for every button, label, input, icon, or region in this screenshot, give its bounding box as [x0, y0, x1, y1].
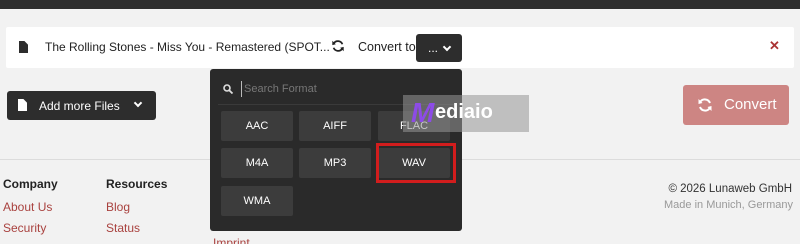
file-icon: [19, 41, 28, 53]
footer-company-heading: Company: [3, 177, 58, 191]
refresh-icon: [698, 98, 712, 112]
made-in: Made in Munich, Germany: [664, 199, 793, 211]
format-option-m4a[interactable]: M4A: [221, 148, 293, 178]
footer-link-security[interactable]: Security: [3, 221, 58, 235]
chevron-down-icon: [442, 42, 452, 51]
format-option-mp3[interactable]: MP3: [299, 148, 371, 178]
format-option-aiff[interactable]: AIFF: [299, 111, 371, 141]
watermark-logo-letter: M: [411, 97, 435, 128]
top-bar: [0, 0, 800, 9]
convert-to-label: Convert to: [358, 40, 416, 54]
copyright: © 2026 Lunaweb GmbH: [668, 183, 792, 195]
watermark-text: ediaio: [435, 101, 493, 123]
format-select-value: ...: [427, 41, 438, 55]
close-icon[interactable]: ✕: [769, 38, 780, 54]
footer-link-about-us[interactable]: About Us: [3, 200, 58, 214]
wav-highlight-box: [376, 143, 456, 183]
watermark: M ediaio: [403, 95, 529, 132]
add-more-files-label: Add more Files: [39, 99, 120, 113]
format-select[interactable]: ...: [416, 34, 462, 62]
refresh-icon[interactable]: [331, 39, 345, 53]
convert-button[interactable]: Convert: [683, 85, 789, 125]
footer-resources-heading: Resources: [106, 177, 168, 191]
search-icon: [223, 84, 233, 94]
footer-link-blog[interactable]: Blog: [106, 200, 167, 214]
file-plus-icon: [18, 99, 27, 111]
format-option-wma[interactable]: WMA: [221, 186, 293, 216]
add-more-files-button[interactable]: Add more Files: [7, 91, 156, 120]
footer-link-imprint[interactable]: Imprint: [213, 236, 250, 244]
footer-company: Company About Us Security: [3, 177, 58, 242]
chevron-down-icon: [133, 98, 143, 108]
file-row: The Rolling Stones - Miss You - Remaster…: [6, 27, 794, 68]
footer-link-status[interactable]: Status: [106, 221, 167, 235]
format-option-aac[interactable]: AAC: [221, 111, 293, 141]
convert-button-label: Convert: [724, 96, 777, 113]
file-name: The Rolling Stones - Miss You - Remaster…: [45, 40, 330, 54]
footer-resources: Resources Blog Status: [106, 177, 167, 242]
